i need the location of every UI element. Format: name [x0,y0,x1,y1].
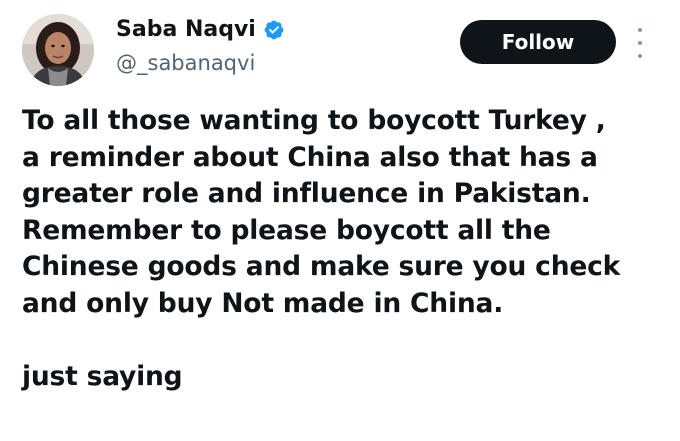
tweet-text-line: a reminder about China also that has a [22,141,598,173]
tweet-text: To all those wanting to boycott Turkey ,… [22,103,672,395]
tweet-text-line: Chinese goods and make sure you check [22,251,621,282]
author-display-name[interactable]: Saba Naqvi [116,16,256,44]
more-dot [638,41,642,45]
tweet-closing-line: just saying [22,360,183,392]
author-handle[interactable]: @_sabanaqvi [116,50,255,76]
tweet-text-line: To all those wanting to boycott Turkey , [22,105,606,136]
more-dot [638,28,642,32]
follow-button[interactable]: Follow [460,20,616,64]
more-vertical-icon[interactable] [632,28,648,58]
avatar[interactable] [22,14,94,86]
tweet-text-line: and only buy Not made in China. [22,287,504,319]
more-dot [638,54,642,58]
verified-badge-icon [263,19,285,41]
tweet-text-line: greater role and influence in Pakistan. [22,178,591,209]
author-name-row: Saba Naqvi [116,16,285,44]
tweet-text-line: Remember to please boycott all the [22,214,551,246]
profile-photo-icon [22,14,94,86]
tweet-card: Saba Naqvi @_sabanaqvi Follow To all tho… [0,0,680,441]
